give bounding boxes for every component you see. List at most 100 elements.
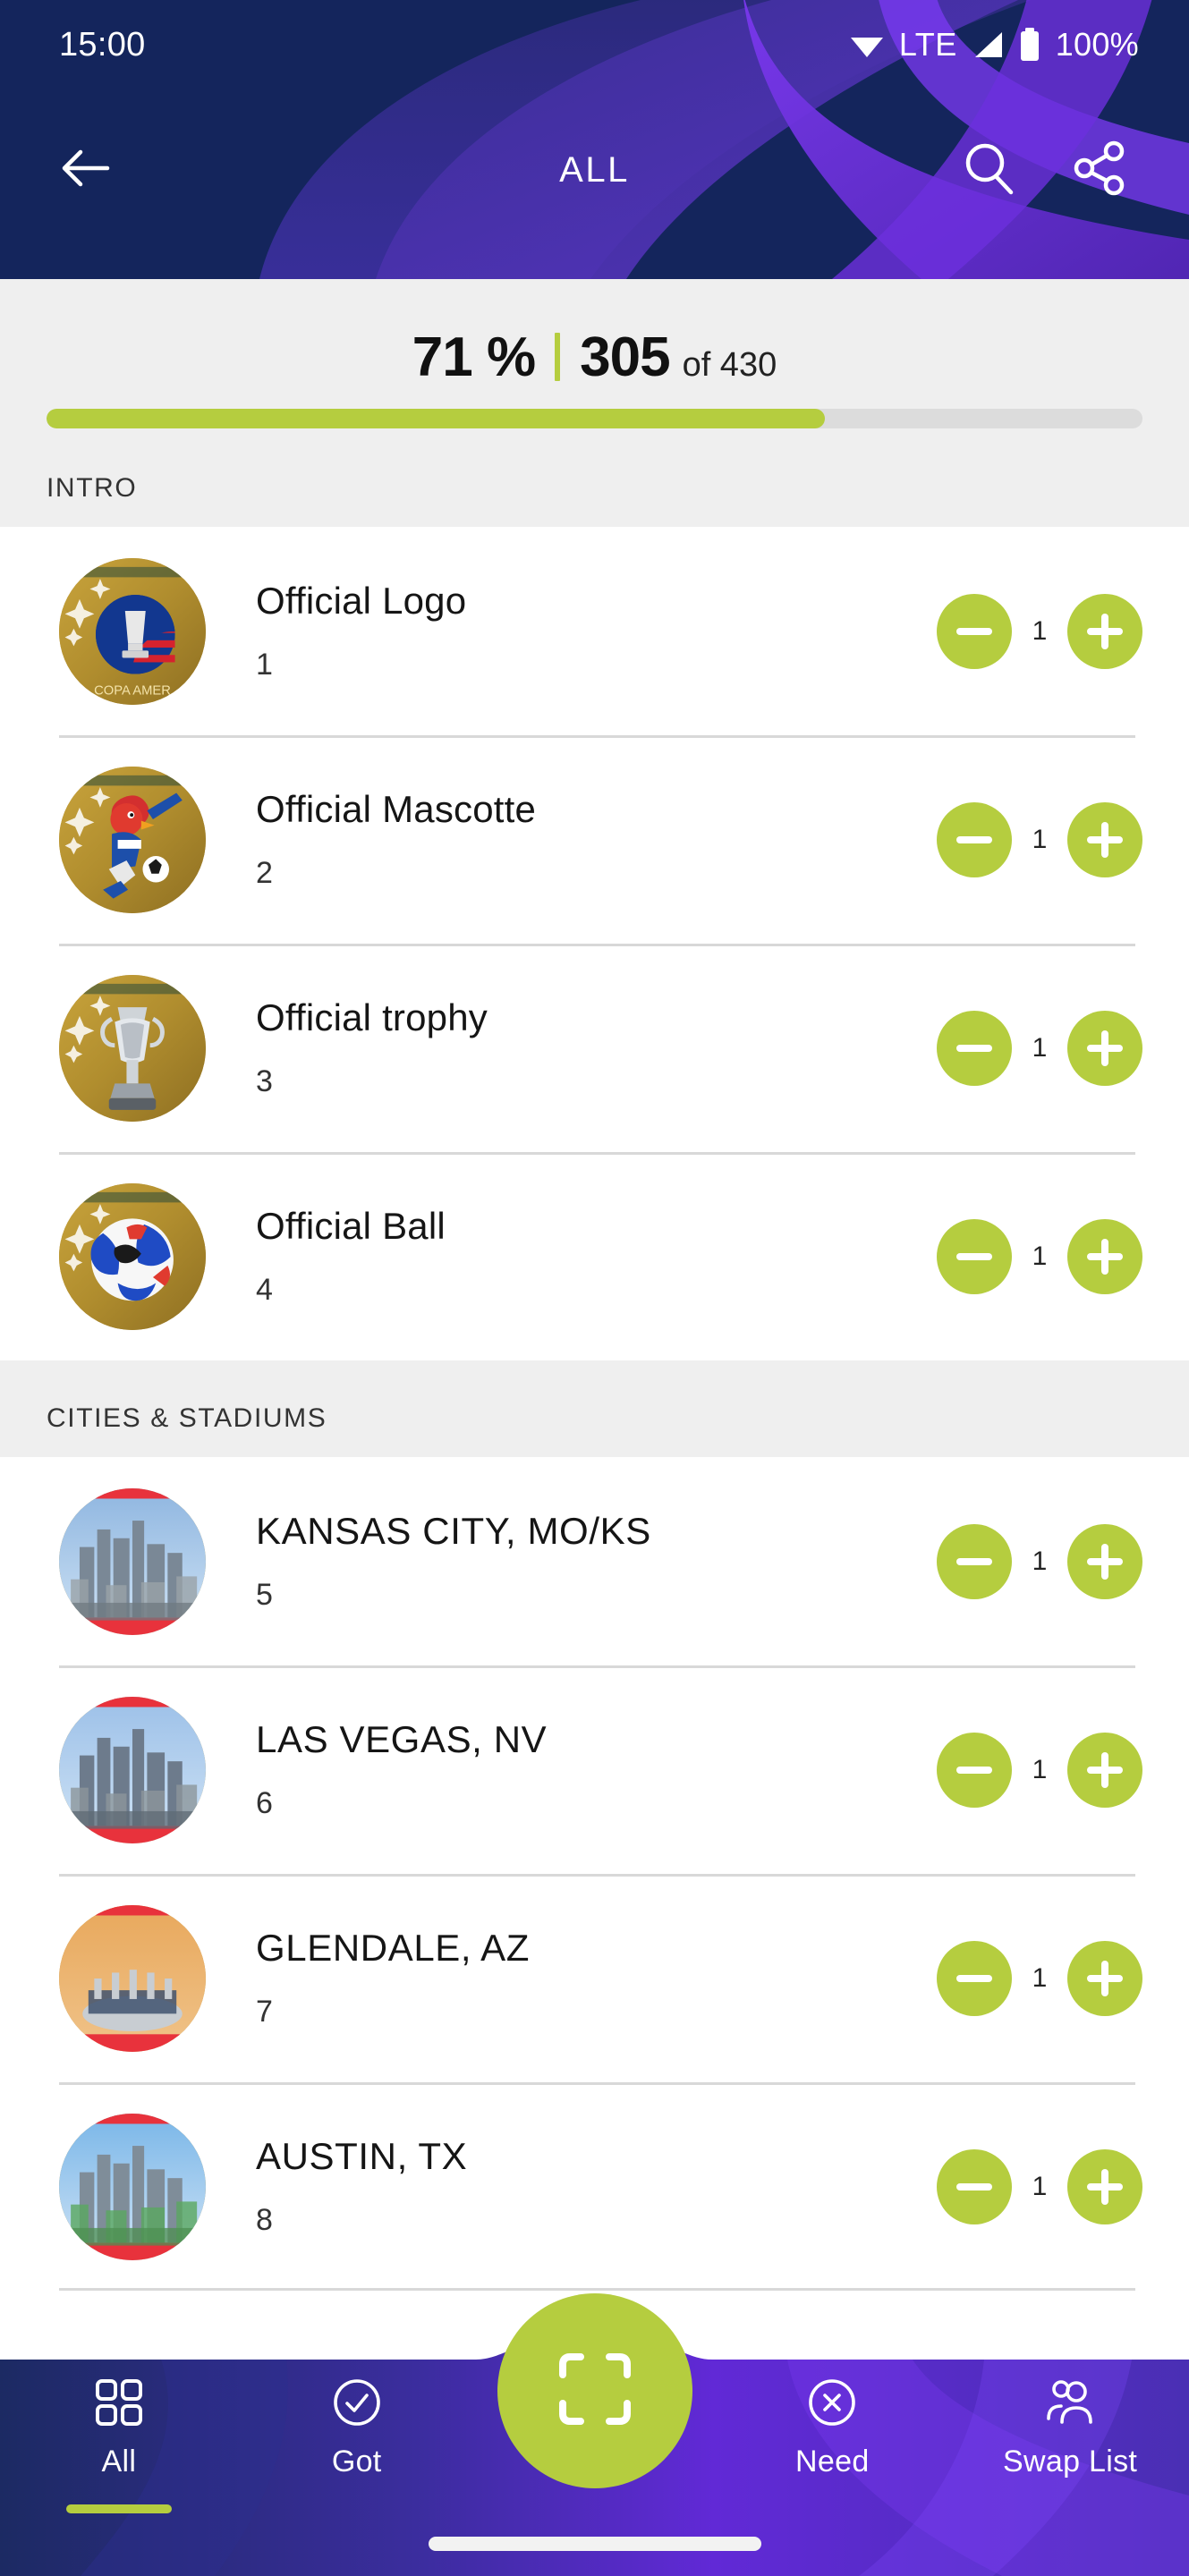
decrement-button[interactable] [937, 801, 1012, 877]
x-circle-icon [807, 2377, 857, 2432]
nav-item-need[interactable]: Need [713, 2377, 951, 2479]
kansas-city-photo [59, 1487, 206, 1635]
minus-icon [956, 1974, 992, 1982]
status-time: 15:00 [59, 25, 146, 64]
scan-icon [554, 2348, 636, 2435]
decrement-button[interactable] [937, 1218, 1012, 1294]
increment-button[interactable] [1067, 593, 1142, 669]
share-button[interactable] [1057, 127, 1142, 213]
scan-button[interactable] [497, 2293, 692, 2488]
plus-icon [1087, 1543, 1123, 1580]
search-button[interactable] [946, 127, 1032, 213]
network-label: LTE [898, 26, 957, 63]
minus-icon [956, 1766, 992, 1774]
decrement-button[interactable] [937, 593, 1012, 669]
back-arrow-icon [59, 145, 113, 196]
increment-button[interactable] [1067, 801, 1142, 877]
decrement-button[interactable] [937, 1732, 1012, 1808]
sticker-count: 1 [1032, 615, 1048, 646]
sticker-title: Official Ball [256, 1205, 446, 1247]
sticker-title: Official trophy [256, 996, 488, 1038]
sticker-info: AUSTIN, TX 8 [206, 2135, 937, 2238]
back-button[interactable] [43, 127, 129, 213]
nav-item-all[interactable]: All [0, 2377, 238, 2513]
sticker-row[interactable]: KANSAS CITY, MO/KS 5 1 [0, 1457, 1189, 1665]
sticker-count: 1 [1032, 824, 1048, 854]
progress-bar [47, 409, 1142, 428]
top-bar: 15:00 LTE 100% ALL [0, 0, 1189, 279]
section-header: INTRO [0, 428, 1189, 527]
sticker-row[interactable]: GLENDALE, AZ 7 1 [0, 1874, 1189, 2082]
section-header: CITIES & STADIUMS [0, 1360, 1189, 1457]
plus-icon [1087, 1030, 1123, 1066]
sticker-title: KANSAS CITY, MO/KS [256, 1510, 651, 1552]
decrement-button[interactable] [937, 1940, 1012, 2016]
quantity-stepper: 1 [937, 1732, 1142, 1808]
minus-icon [956, 1252, 992, 1260]
progress-bar-fill [47, 409, 825, 428]
sticker-number: 8 [256, 2203, 273, 2237]
progress-panel: 71 % 305 of 430 [0, 279, 1189, 428]
sticker-info: Official Mascotte 2 [206, 788, 937, 891]
increment-button[interactable] [1067, 1218, 1142, 1294]
increment-button[interactable] [1067, 1940, 1142, 2016]
copa-logo-sticker: COPA AMER [59, 557, 206, 705]
increment-button[interactable] [1067, 2148, 1142, 2224]
sticker-list: INTRO COPA AMER Official Logo 1 1 Offici… [0, 428, 1189, 2291]
progress-percent-label: 71 % [412, 326, 536, 388]
sticker-info: Official trophy 3 [206, 996, 937, 1099]
decrement-button[interactable] [937, 1523, 1012, 1599]
plus-icon [1087, 1238, 1123, 1275]
glendale-photo [59, 1904, 206, 2052]
quantity-stepper: 1 [937, 593, 1142, 669]
plus-icon [1087, 613, 1123, 649]
bottom-navigation: All Got Need Swap List [0, 2293, 1189, 2576]
quantity-stepper: 1 [937, 801, 1142, 877]
sticker-count: 1 [1032, 1962, 1048, 1993]
plus-icon [1087, 2168, 1123, 2205]
sticker-number: 3 [256, 1064, 273, 1098]
nav-item-swap-list[interactable]: Swap List [951, 2377, 1189, 2479]
sticker-count: 1 [1032, 1754, 1048, 1784]
sticker-info: GLENDALE, AZ 7 [206, 1927, 937, 2029]
nav-item-label: Swap List [1003, 2445, 1138, 2479]
quantity-stepper: 1 [937, 1940, 1142, 2016]
increment-button[interactable] [1067, 1523, 1142, 1599]
quantity-stepper: 1 [937, 2148, 1142, 2224]
sticker-count: 1 [1032, 2171, 1048, 2201]
sticker-number: 4 [256, 1273, 273, 1307]
minus-icon [956, 2182, 992, 2190]
minus-icon [956, 1557, 992, 1565]
app-screen: 15:00 LTE 100% ALL 71 % 305 of 430 INTRO… [0, 0, 1189, 2576]
sticker-row[interactable]: Official Mascotte 2 1 [0, 735, 1189, 944]
minus-icon [956, 1044, 992, 1052]
battery-icon [1018, 28, 1041, 62]
increment-button[interactable] [1067, 1010, 1142, 1086]
sticker-info: LAS VEGAS, NV 6 [206, 1718, 937, 1821]
sticker-number: 1 [256, 648, 273, 682]
progress-total-label: of 430 [682, 346, 777, 384]
progress-summary: 71 % 305 of 430 [0, 326, 1189, 409]
sticker-row[interactable]: Official Ball 4 1 [0, 1152, 1189, 1360]
plus-icon [1087, 821, 1123, 858]
nav-item-label: Got [331, 2445, 382, 2479]
minus-icon [956, 835, 992, 843]
home-indicator [428, 2537, 761, 2551]
nav-item-label: All [101, 2445, 137, 2479]
section-items: COPA AMER Official Logo 1 1 Official Mascot… [0, 527, 1189, 1360]
decrement-button[interactable] [937, 2148, 1012, 2224]
sticker-row[interactable]: Official trophy 3 1 [0, 944, 1189, 1152]
sticker-number: 2 [256, 856, 273, 890]
sticker-row[interactable]: LAS VEGAS, NV 6 1 [0, 1665, 1189, 1874]
sticker-row[interactable]: COPA AMER Official Logo 1 1 [0, 527, 1189, 735]
sticker-row[interactable]: AUSTIN, TX 8 1 [0, 2082, 1189, 2291]
nav-item-got[interactable]: Got [238, 2377, 476, 2479]
increment-button[interactable] [1067, 1732, 1142, 1808]
las-vegas-photo [59, 1696, 206, 1843]
people-icon [1044, 2377, 1096, 2432]
app-bar: ALL [0, 89, 1189, 250]
active-indicator [65, 2504, 172, 2513]
decrement-button[interactable] [937, 1010, 1012, 1086]
sticker-count: 1 [1032, 1546, 1048, 1576]
quantity-stepper: 1 [937, 1218, 1142, 1294]
